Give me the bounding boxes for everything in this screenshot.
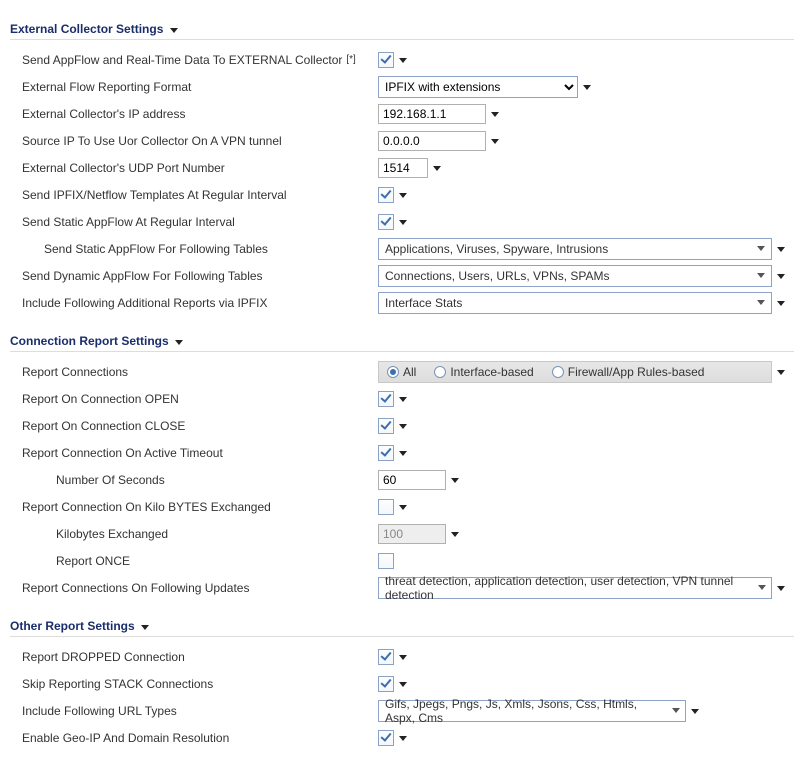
collector-ip-input[interactable] [378,104,486,124]
section-title: Other Report Settings [10,619,135,633]
source-ip-input[interactable] [378,131,486,151]
chevron-down-icon[interactable] [491,139,499,144]
label-additional: Include Following Additional Reports via… [10,296,378,310]
label-report-connections: Report Connections [10,365,378,379]
label-close: Report On Connection CLOSE [10,419,378,433]
label-skip-stack: Skip Reporting STACK Connections [10,677,378,691]
radio-all[interactable]: All [387,365,416,379]
chevron-down-icon[interactable] [491,112,499,117]
send-appflow-checkbox[interactable] [378,52,394,68]
skip-stack-checkbox[interactable] [378,676,394,692]
section-title: Connection Report Settings [10,334,169,348]
label-dynamic-tables: Send Dynamic AppFlow For Following Table… [10,269,378,283]
num-seconds-input[interactable] [378,470,446,490]
chevron-down-icon[interactable] [399,682,407,687]
label-kilo-val: Kilobytes Exchanged [10,527,378,541]
geo-ip-checkbox[interactable] [378,730,394,746]
send-templates-checkbox[interactable] [378,187,394,203]
section-title: External Collector Settings [10,22,163,36]
additional-reports-select[interactable]: Interface Stats [378,292,772,314]
chevron-down-icon[interactable] [777,586,785,591]
note-indicator: [*] [346,54,355,65]
close-checkbox[interactable] [378,418,394,434]
label-updates: Report Connections On Following Updates [10,581,378,595]
chevron-down-icon[interactable] [451,532,459,537]
flow-format-select[interactable]: IPFIX with extensions [378,76,578,98]
radio-icon [434,366,446,378]
chevron-down-icon [754,580,769,596]
section-header-connection: Connection Report Settings [10,330,794,352]
chevron-down-icon[interactable] [451,478,459,483]
chevron-down-icon[interactable] [691,709,699,714]
label-send-appflow: Send AppFlow and Real-Time Data To EXTER… [10,53,378,67]
section-header-external: External Collector Settings [10,18,794,40]
radio-icon [552,366,564,378]
udp-port-input[interactable] [378,158,428,178]
kilo-val-input [378,524,446,544]
chevron-down-icon [753,295,769,311]
chevron-down-icon [753,241,769,257]
url-types-select[interactable]: Gifs, Jpegs, Pngs, Js, Xmls, Jsons, Css,… [378,700,686,722]
chevron-down-icon[interactable] [399,736,407,741]
label-dropped: Report DROPPED Connection [10,650,378,664]
updates-select[interactable]: threat detection, application detection,… [378,577,772,599]
label-report-once: Report ONCE [10,554,378,568]
open-checkbox[interactable] [378,391,394,407]
chevron-down-icon [669,703,684,719]
report-once-checkbox[interactable] [378,553,394,569]
dropped-checkbox[interactable] [378,649,394,665]
radio-firewall[interactable]: Firewall/App Rules-based [552,365,705,379]
label-kilo: Report Connection On Kilo BYTES Exchange… [10,500,378,514]
active-timeout-checkbox[interactable] [378,445,394,461]
label-source-ip: Source IP To Use Uor Collector On A VPN … [10,134,378,148]
chevron-down-icon[interactable] [399,505,407,510]
chevron-down-icon[interactable] [399,655,407,660]
radio-interface[interactable]: Interface-based [434,365,533,379]
send-static-checkbox[interactable] [378,214,394,230]
label-open: Report On Connection OPEN [10,392,378,406]
label-static-tables: Send Static AppFlow For Following Tables [10,242,378,256]
label-num-seconds: Number Of Seconds [10,473,378,487]
label-udp-port: External Collector's UDP Port Number [10,161,378,175]
chevron-down-icon[interactable] [170,28,178,33]
label-url-types: Include Following URL Types [10,704,378,718]
label-send-static: Send Static AppFlow At Regular Interval [10,215,378,229]
chevron-down-icon[interactable] [399,58,407,63]
chevron-down-icon[interactable] [399,220,407,225]
chevron-down-icon [753,268,769,284]
label-collector-ip: External Collector's IP address [10,107,378,121]
label-active-timeout: Report Connection On Active Timeout [10,446,378,460]
chevron-down-icon[interactable] [399,424,407,429]
chevron-down-icon[interactable] [433,166,441,171]
kilo-checkbox[interactable] [378,499,394,515]
chevron-down-icon[interactable] [141,625,149,630]
label-send-templates: Send IPFIX/Netflow Templates At Regular … [10,188,378,202]
chevron-down-icon[interactable] [777,301,785,306]
chevron-down-icon[interactable] [399,451,407,456]
chevron-down-icon[interactable] [583,85,591,90]
dynamic-tables-select[interactable]: Connections, Users, URLs, VPNs, SPAMs [378,265,772,287]
chevron-down-icon[interactable] [175,340,183,345]
section-header-other: Other Report Settings [10,615,794,637]
chevron-down-icon[interactable] [399,397,407,402]
label-flow-format: External Flow Reporting Format [10,80,378,94]
chevron-down-icon[interactable] [399,193,407,198]
report-connections-radio-group: All Interface-based Firewall/App Rules-b… [378,361,772,383]
chevron-down-icon[interactable] [777,247,785,252]
radio-icon [387,366,399,378]
chevron-down-icon[interactable] [777,274,785,279]
label-geo-ip: Enable Geo-IP And Domain Resolution [10,731,378,745]
chevron-down-icon[interactable] [777,370,785,375]
static-tables-select[interactable]: Applications, Viruses, Spyware, Intrusio… [378,238,772,260]
